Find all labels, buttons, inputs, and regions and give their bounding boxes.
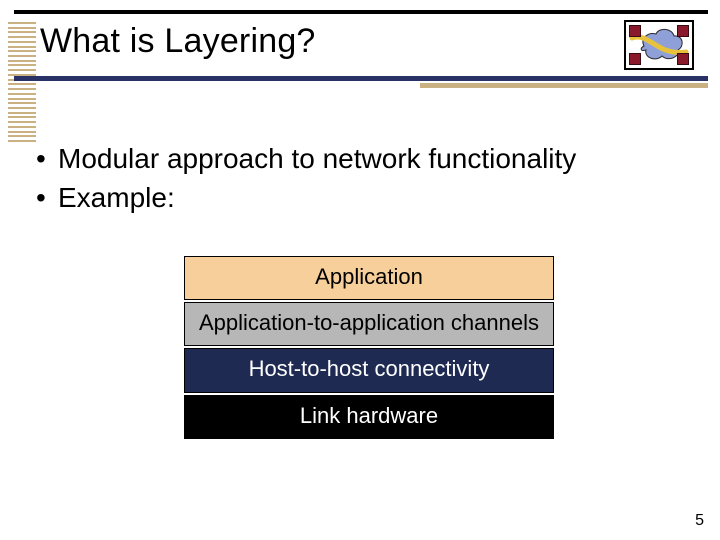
bullet-item: • Example:	[36, 179, 576, 218]
page-number: 5	[695, 512, 704, 530]
layer-stack: Application Application-to-application c…	[184, 256, 554, 439]
corner-square-icon	[677, 25, 689, 37]
bullet-text: Modular approach to network functionalit…	[58, 140, 576, 179]
corner-square-icon	[629, 53, 641, 65]
bullet-mark: •	[36, 140, 58, 179]
bullet-list: • Modular approach to network functional…	[36, 140, 576, 217]
network-icon	[624, 20, 694, 70]
corner-square-icon	[677, 53, 689, 65]
slide-title: What is Layering?	[40, 22, 316, 61]
layer-application: Application	[184, 256, 554, 300]
decorative-comb	[8, 22, 36, 142]
title-underline-tan	[420, 83, 708, 88]
layer-app-to-app-channels: Application-to-application channels	[184, 302, 554, 346]
bullet-mark: •	[36, 179, 58, 218]
corner-square-icon	[629, 25, 641, 37]
layer-host-to-host: Host-to-host connectivity	[184, 348, 554, 392]
layer-link-hardware: Link hardware	[184, 395, 554, 439]
bullet-item: • Modular approach to network functional…	[36, 140, 576, 179]
title-underline-dark	[14, 76, 708, 81]
top-rule	[14, 10, 708, 14]
bullet-text: Example:	[58, 179, 175, 218]
